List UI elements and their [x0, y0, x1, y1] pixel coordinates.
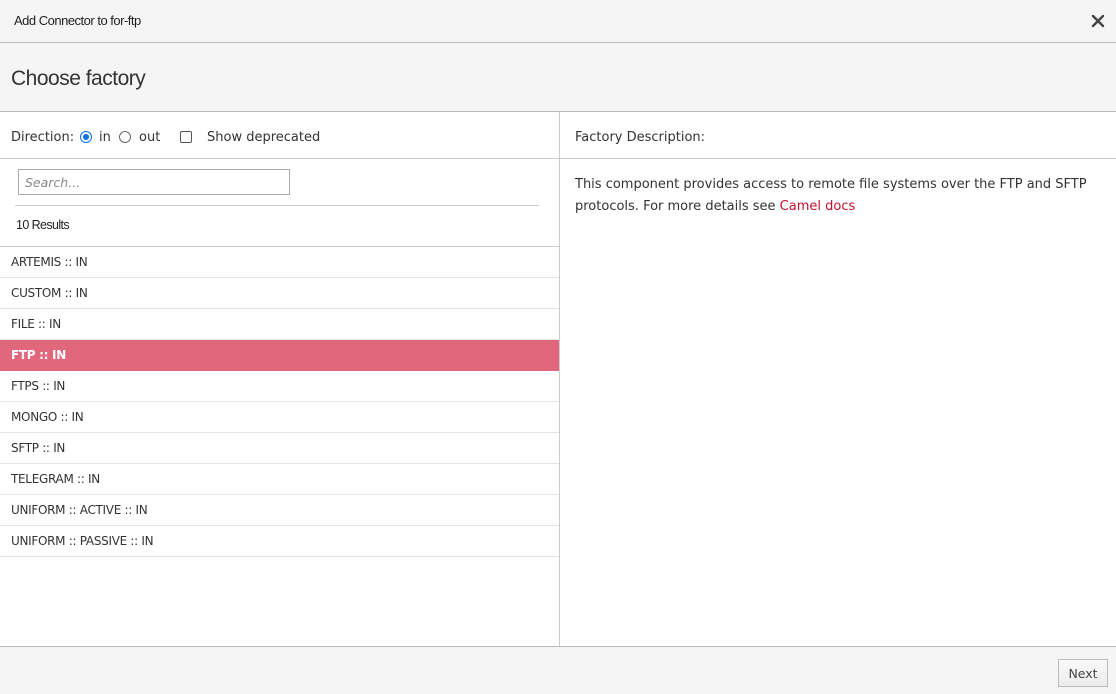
search-input[interactable] — [18, 169, 290, 195]
factory-selection-pane: Direction: in out Show deprecated 10 Res… — [0, 112, 560, 646]
direction-in-radio[interactable] — [80, 131, 92, 143]
dialog-title: Add Connector to for-ftp — [14, 13, 141, 28]
close-icon — [1091, 14, 1105, 28]
close-button[interactable] — [1088, 11, 1108, 31]
factory-item-custom[interactable]: CUSTOM :: IN — [0, 278, 559, 309]
camel-docs-link[interactable]: Camel docs — [780, 199, 856, 214]
page-title: Choose factory — [11, 67, 146, 90]
dialog-title-bar: Add Connector to for-ftp — [0, 0, 1116, 43]
factory-item-artemis[interactable]: ARTEMIS :: IN — [0, 247, 559, 278]
description-header: Factory Description: — [560, 112, 1116, 159]
factory-description-pane: Factory Description: This component prov… — [560, 112, 1116, 646]
factory-item-uniform-passive[interactable]: UNIFORM :: PASSIVE :: IN — [0, 526, 559, 557]
factory-list: ARTEMIS :: IN CUSTOM :: IN FILE :: IN FT… — [0, 246, 559, 557]
next-button[interactable]: Next — [1058, 659, 1108, 687]
factory-item-uniform-active[interactable]: UNIFORM :: ACTIVE :: IN — [0, 495, 559, 526]
dialog-body: Direction: in out Show deprecated 10 Res… — [0, 112, 1116, 646]
factory-item-ftps[interactable]: FTPS :: IN — [0, 371, 559, 402]
show-deprecated-checkbox[interactable] — [180, 131, 192, 143]
description-header-label: Factory Description: — [575, 130, 706, 145]
factory-item-mongo[interactable]: MONGO :: IN — [0, 402, 559, 433]
factory-item-telegram[interactable]: TELEGRAM :: IN — [0, 464, 559, 495]
direction-out-label[interactable]: out — [139, 130, 160, 145]
factory-item-file[interactable]: FILE :: IN — [0, 309, 559, 340]
dialog-footer: Next — [0, 646, 1116, 694]
description-text: This component provides access to remote… — [575, 174, 1095, 218]
show-deprecated-label[interactable]: Show deprecated — [207, 130, 320, 145]
factory-item-sftp[interactable]: SFTP :: IN — [0, 433, 559, 464]
direction-label: Direction: — [11, 130, 75, 145]
page-header: Choose factory — [0, 43, 1116, 112]
direction-filter-row: Direction: in out Show deprecated — [0, 112, 559, 159]
direction-in-label[interactable]: in — [99, 130, 111, 145]
results-count: 10 Results — [16, 218, 70, 232]
direction-out-radio[interactable] — [119, 131, 131, 143]
search-divider — [15, 205, 539, 206]
factory-item-ftp[interactable]: FTP :: IN — [0, 340, 559, 371]
